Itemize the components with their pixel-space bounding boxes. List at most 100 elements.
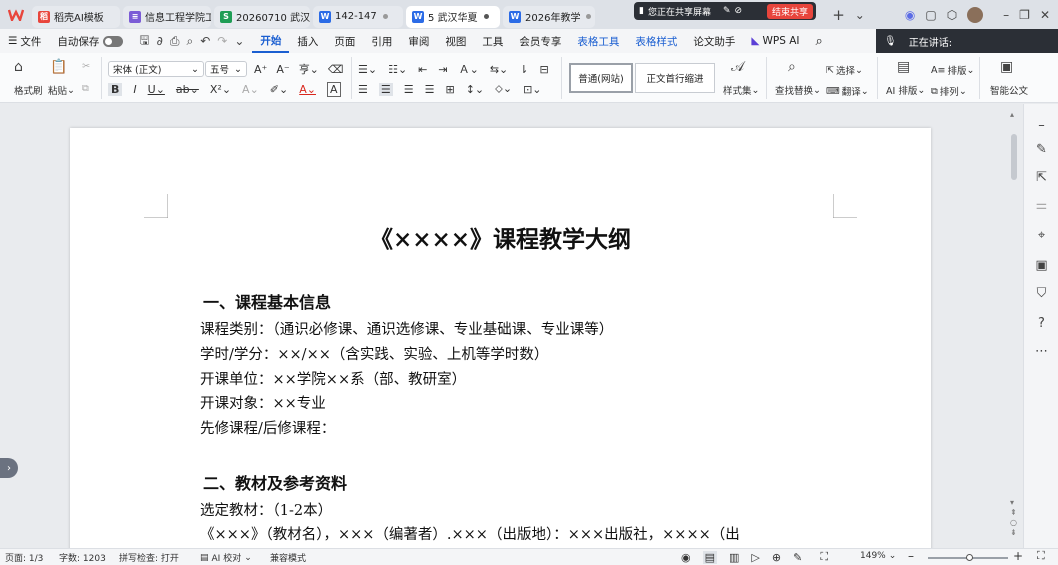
hide-icon[interactable]: ⊘	[735, 6, 743, 16]
spell-check-status[interactable]: 拼写检查: 打开	[119, 551, 179, 564]
align-center-icon[interactable]: ☰	[378, 82, 393, 96]
font-name-select[interactable]: 宋体 (正文) ⌄	[108, 61, 204, 77]
paragraph-line[interactable]: 课程类别：（通识必修课、通识选修课、专业基础课、专业课等）	[200, 318, 613, 339]
align-right-icon[interactable]: ☰	[404, 83, 414, 96]
image-edit-icon[interactable]: ▣	[1024, 258, 1058, 273]
style-normal-web[interactable]: 普通(网站)	[569, 63, 633, 93]
clear-format-icon[interactable]: ⌫	[328, 63, 344, 76]
print-icon[interactable]: ⎙	[170, 34, 180, 49]
window-icon[interactable]: ▢	[925, 8, 936, 22]
section-heading[interactable]: 一、课程基本信息	[203, 289, 331, 313]
print-preview-icon[interactable]: ⌕	[186, 34, 193, 49]
scroll-thumb[interactable]	[1011, 134, 1017, 180]
tab-doc-2026[interactable]: W 2026年教学	[503, 5, 595, 28]
restore-icon[interactable]: ❐	[1019, 8, 1030, 22]
paragraph-line[interactable]: 学时/学分：××/××（含实践、实验、上机等学时数）	[200, 343, 548, 364]
page-count[interactable]: 页面: 1/3	[5, 551, 43, 564]
smart-doc-icon[interactable]: ▣	[1000, 59, 1013, 75]
format-painter-button[interactable]: 格式刷	[14, 83, 43, 97]
distribute-icon[interactable]: ⊞	[446, 83, 455, 96]
help-icon[interactable]: ?	[1024, 316, 1058, 331]
ai-proofread-button[interactable]: ▤ AI 校对 ⌄	[200, 551, 252, 565]
page-nav-icons[interactable]: ▾ ⇞ ○ ⇟	[1010, 498, 1017, 538]
menu-paper-assistant[interactable]: 论文助手	[685, 29, 743, 53]
shading-icon[interactable]: ⬦⌄	[495, 82, 512, 96]
select-tool-icon[interactable]: ⌖	[1024, 228, 1058, 243]
avatar[interactable]	[967, 6, 984, 23]
document-title[interactable]: 《××××》课程教学大纲	[70, 220, 931, 254]
pen-icon[interactable]: ✎	[1024, 142, 1058, 157]
collapse-icon[interactable]: –	[1024, 118, 1058, 133]
sort-icon[interactable]: ⇆⌄	[490, 63, 508, 76]
copy-icon[interactable]: ⧉	[82, 83, 89, 94]
menu-table-tools[interactable]: 表格工具	[569, 29, 627, 53]
phonetic-icon[interactable]: 亨⌄	[299, 61, 319, 77]
justify-icon[interactable]: ☰	[425, 83, 435, 96]
increase-indent-icon[interactable]: ⇥	[438, 63, 447, 76]
close-icon[interactable]: ✕	[1040, 8, 1050, 22]
undo-icon[interactable]: ↶	[200, 34, 210, 48]
fit-icon[interactable]: ⛶	[820, 550, 828, 564]
font-size-select[interactable]: 五号 ⌄	[205, 61, 247, 77]
paste-icon[interactable]: 📋	[50, 59, 67, 75]
vertical-scrollbar[interactable]: ▴ ▾ ⇞ ○ ⇟	[1008, 110, 1020, 546]
decrease-indent-icon[interactable]: ⇤	[418, 63, 427, 76]
new-tab-icon[interactable]: +	[832, 6, 845, 24]
style-first-line-indent[interactable]: 正文首行缩进	[635, 63, 715, 93]
align-left-icon[interactable]: ☰	[358, 83, 368, 96]
word-count[interactable]: 字数: 1203	[59, 551, 106, 564]
chevron-down-icon[interactable]: ⌄	[234, 34, 244, 48]
section-heading[interactable]: 二、教材及参考资料	[203, 470, 347, 494]
smart-doc-button[interactable]: 智能公文	[990, 83, 1028, 97]
link-icon[interactable]: ∂	[157, 34, 163, 48]
menu-insert[interactable]: 插入	[289, 29, 326, 53]
fullscreen-icon[interactable]: ⛶	[1037, 549, 1045, 563]
pointer-icon[interactable]: ⇱	[1024, 170, 1058, 185]
paragraph-line[interactable]: 先修课程/后修课程：	[200, 417, 335, 438]
bullet-list-icon[interactable]: ☰⌄	[358, 63, 377, 76]
paragraph-line[interactable]: 《×××》（教材名），×××（编著者）.×××（出版地）：×××出版社，××××…	[200, 523, 836, 544]
layout-button[interactable]: A≡ 排版 ⌄	[931, 63, 974, 78]
paragraph-line[interactable]: 开课单位：××学院××系（部、教研室）	[200, 368, 466, 389]
read-view-icon[interactable]: ▥	[729, 551, 739, 564]
font-color-icon[interactable]: A⌄	[299, 83, 316, 96]
grow-font-icon[interactable]: A⁺	[254, 63, 267, 76]
web-view-icon[interactable]: ⊕	[772, 551, 781, 564]
wps-logo-icon[interactable]	[0, 0, 32, 29]
style-set-button[interactable]: 样式集 ⌄	[723, 83, 759, 98]
borders-icon[interactable]: ⊡⌄	[523, 83, 541, 96]
zoom-level[interactable]: 149% ⌄	[860, 551, 896, 561]
superscript-icon[interactable]: X²⌄	[210, 83, 231, 96]
menu-review[interactable]: 审阅	[400, 29, 437, 53]
line-spacing-icon[interactable]: ↕⌄	[466, 83, 484, 96]
menu-file[interactable]: ☰ 文件	[0, 29, 49, 53]
page-view-icon[interactable]: ▤	[702, 550, 718, 564]
more-icon[interactable]: ⋯	[1024, 344, 1058, 359]
shirt-icon[interactable]: ⛉	[1024, 286, 1058, 301]
copilot-icon[interactable]: ◉	[905, 8, 915, 22]
cube-icon[interactable]: ⬡	[947, 8, 957, 22]
menu-wps-ai[interactable]: ◣ WPS AI	[743, 29, 807, 53]
bold-icon[interactable]: B	[108, 83, 123, 96]
menu-page[interactable]: 页面	[326, 29, 363, 53]
char-border-icon[interactable]: A	[326, 82, 341, 97]
underline-icon[interactable]: U⌄	[148, 83, 165, 96]
stop-sharing-button[interactable]: 结束共享	[766, 3, 813, 19]
translate-button[interactable]: ⌨ 翻译 ⌄	[826, 84, 869, 99]
ai-layout-icon[interactable]: ▤	[897, 59, 910, 75]
find-replace-button[interactable]: 查找替换 ⌄	[775, 83, 821, 98]
text-direction-icon[interactable]: Ａ⌄	[459, 61, 479, 77]
text-effect-icon[interactable]: A⌄	[242, 83, 259, 96]
tab-docer[interactable]: 稻 稻壳AI模板	[32, 5, 120, 28]
save-icon[interactable]: 🖫	[139, 31, 149, 52]
pen-mode-icon[interactable]: ✎	[793, 551, 802, 564]
menu-member[interactable]: 会员专享	[511, 29, 569, 53]
select-button[interactable]: ⇱ 选择 ⌄	[826, 63, 863, 78]
zoom-slider[interactable]	[928, 554, 1008, 561]
toggle-switch[interactable]	[103, 35, 124, 47]
menu-view[interactable]: 视图	[437, 29, 474, 53]
chevron-down-icon[interactable]: ⌄	[855, 8, 865, 22]
zoom-slider-knob[interactable]	[966, 554, 973, 561]
paste-button[interactable]: 粘贴 ⌄	[48, 83, 75, 98]
menu-table-style[interactable]: 表格样式	[627, 29, 685, 53]
